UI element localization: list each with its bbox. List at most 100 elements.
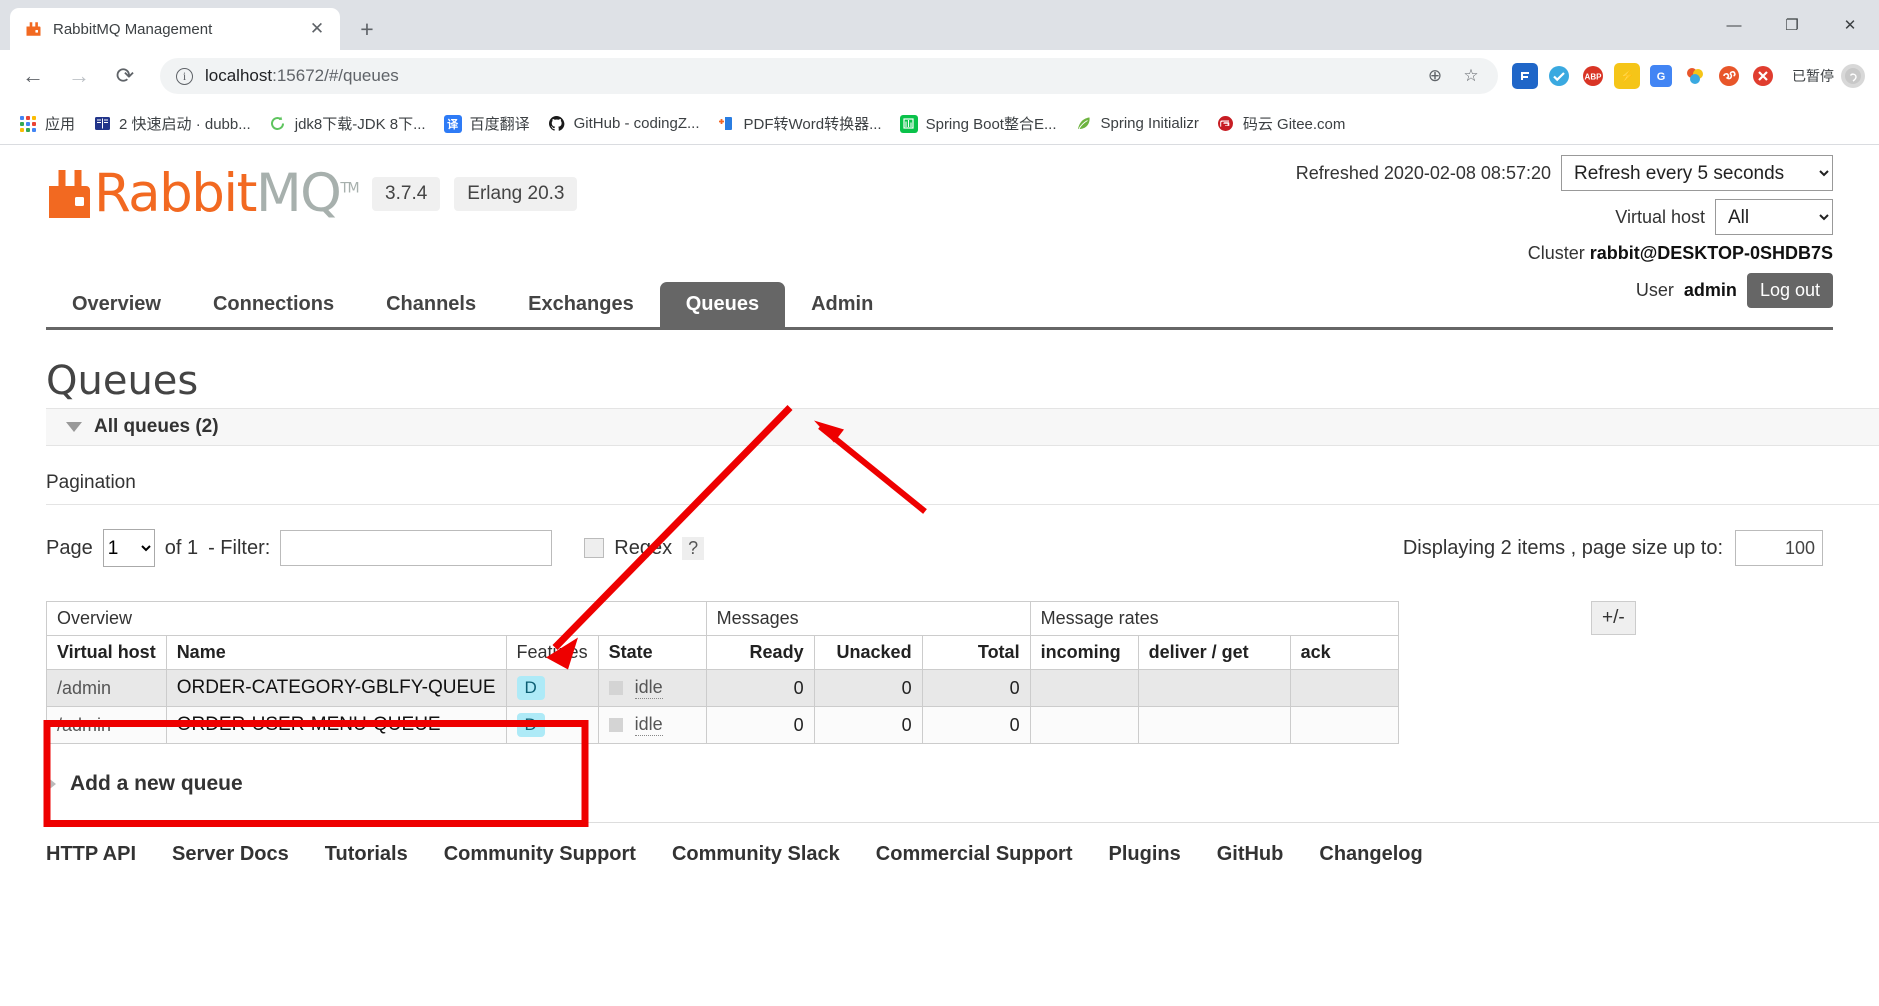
footer-link-server-docs[interactable]: Server Docs xyxy=(172,843,289,866)
page-size-controls: Displaying 2 items , page size up to: xyxy=(1403,530,1823,566)
google-translate-extension-icon[interactable]: G xyxy=(1648,63,1674,89)
infinity-extension-icon[interactable] xyxy=(1716,63,1742,89)
footer-link-commercial-support[interactable]: Commercial Support xyxy=(876,843,1073,866)
footer-link-community-slack[interactable]: Community Slack xyxy=(672,843,840,866)
user-label: User xyxy=(1635,280,1674,300)
bookmark-github-codingz[interactable]: GitHub - codingZ... xyxy=(539,110,709,138)
table-row[interactable]: /admin ORDER-USER-MENU-QUEUE D idle 0 0 xyxy=(46,706,1399,744)
col-ack[interactable]: ack xyxy=(1289,635,1399,670)
cell-state: idle xyxy=(597,706,707,744)
lightning-extension-icon[interactable]: ⚡ xyxy=(1614,63,1640,89)
browser-tab[interactable]: RabbitMQ Management ✕ xyxy=(10,8,340,50)
help-icon[interactable]: ? xyxy=(682,536,705,560)
col-total[interactable]: Total xyxy=(921,635,1031,670)
tab-channels[interactable]: Channels xyxy=(360,282,502,327)
col-deliver-get[interactable]: deliver / get xyxy=(1137,635,1291,670)
all-queues-section-header[interactable]: All queues (2) xyxy=(46,408,1879,446)
bookmark-spring-initializr[interactable]: Spring Initializr xyxy=(1066,110,1208,138)
github-icon xyxy=(548,115,566,133)
footer-links: HTTP API Server Docs Tutorials Community… xyxy=(46,822,1879,866)
minimize-icon[interactable]: — xyxy=(1705,0,1763,50)
address-bar[interactable]: i localhost:15672/#/queues ⊕ ☆ xyxy=(160,58,1498,94)
cell-state: idle xyxy=(597,669,707,707)
footer-link-changelog[interactable]: Changelog xyxy=(1319,843,1422,866)
back-icon[interactable]: ← xyxy=(14,57,52,95)
cell-queue-name[interactable]: ORDER-CATEGORY-GBLFY-QUEUE xyxy=(165,669,507,707)
colorful-puzzle-extension-icon[interactable] xyxy=(1682,63,1708,89)
displaying-items-label: Displaying 2 items , page size up to: xyxy=(1402,536,1723,559)
group-header-message-rates: Message rates xyxy=(1029,601,1399,636)
close-icon[interactable]: ✕ xyxy=(306,18,328,40)
bookmark-jdk8-download[interactable]: jdk8下载-JDK 8下... xyxy=(260,108,435,139)
bookmark-label: Spring Initializr xyxy=(1100,115,1199,132)
bookmark-label: Spring Boot整合E... xyxy=(925,116,1057,133)
state-indicator-icon xyxy=(608,681,623,695)
zoom-icon[interactable]: ⊕ xyxy=(1420,61,1450,91)
col-state[interactable]: State xyxy=(597,635,707,670)
bookmark-label: 应用 xyxy=(45,116,76,133)
tab-admin[interactable]: Admin xyxy=(785,282,899,327)
regex-checkbox[interactable] xyxy=(584,538,605,558)
col-ready[interactable]: Ready xyxy=(705,635,815,670)
footer-link-http-api[interactable]: HTTP API xyxy=(46,843,136,866)
bookmark-star-icon[interactable]: ☆ xyxy=(1456,61,1486,91)
tab-queues[interactable]: Queues xyxy=(659,282,786,327)
bookmark-pdf-to-word[interactable]: PDF转Word转换器... xyxy=(709,108,891,139)
col-name[interactable]: Name xyxy=(165,635,507,670)
cell-deliver-get xyxy=(1137,669,1291,707)
sync-paused-indicator[interactable]: 已暂停 xyxy=(1792,64,1865,88)
avatar[interactable] xyxy=(1841,64,1865,88)
page-word-label: Page xyxy=(46,536,93,559)
col-virtual-host[interactable]: Virtual host xyxy=(46,635,167,670)
queues-table-container: Overview Messages Message rates Virtual … xyxy=(46,601,1833,744)
site-info-icon[interactable]: i xyxy=(176,67,193,85)
tab-exchanges[interactable]: Exchanges xyxy=(502,282,660,327)
bookmark-gitee[interactable]: 码云 Gitee.com xyxy=(1208,108,1355,139)
version-badge: 3.7.4 xyxy=(372,176,441,211)
table-row[interactable]: /admin ORDER-CATEGORY-GBLFY-QUEUE D idle… xyxy=(46,669,1399,707)
chevron-right-icon[interactable] xyxy=(46,776,56,792)
refreshed-timestamp: Refreshed 2020-02-08 08:57:20 xyxy=(1295,162,1551,183)
cell-total: 0 xyxy=(921,669,1031,707)
rabbitmq-logo[interactable]: RabbitMQTM xyxy=(46,167,360,220)
page-number-select[interactable]: 1 xyxy=(102,529,155,567)
checkmark-extension-icon[interactable] xyxy=(1546,63,1572,89)
group-header-messages: Messages xyxy=(705,601,1031,636)
cell-queue-name[interactable]: ORDER-USER-MENU-QUEUE xyxy=(165,706,507,744)
durable-badge: D xyxy=(516,676,545,700)
toggle-columns-button[interactable]: +/- xyxy=(1591,601,1636,635)
logout-button[interactable]: Log out xyxy=(1746,273,1833,308)
durable-badge: D xyxy=(516,713,545,737)
chevron-down-icon[interactable] xyxy=(66,422,82,432)
footer-link-plugins[interactable]: Plugins xyxy=(1108,843,1180,866)
forward-icon[interactable]: → xyxy=(60,57,98,95)
cell-virtual-host: /admin xyxy=(46,706,167,744)
stop-extension-icon[interactable] xyxy=(1750,63,1776,89)
virtual-host-select[interactable]: All xyxy=(1715,199,1833,235)
footer-link-community-support[interactable]: Community Support xyxy=(444,843,636,866)
bookmark-springboot-integration[interactable]: Spring Boot整合E... xyxy=(891,108,1066,139)
cluster-label: Cluster xyxy=(1527,243,1585,263)
tab-connections[interactable]: Connections xyxy=(187,282,360,327)
feedly-extension-icon[interactable] xyxy=(1512,63,1538,89)
filter-input[interactable] xyxy=(280,530,553,566)
adblock-extension-icon[interactable]: ABP xyxy=(1580,63,1606,89)
tab-overview[interactable]: Overview xyxy=(46,282,187,327)
col-unacked[interactable]: Unacked xyxy=(813,635,923,670)
bookmark-label: jdk8下载-JDK 8下... xyxy=(294,116,426,133)
footer-link-tutorials[interactable]: Tutorials xyxy=(325,843,408,866)
bookmark-baidu-translate[interactable]: 译 百度翻译 xyxy=(435,108,539,139)
bookmark-apps[interactable]: 应用 xyxy=(10,108,84,139)
new-tab-button[interactable]: + xyxy=(350,12,384,46)
window-close-icon[interactable]: ✕ xyxy=(1821,0,1879,50)
bookmark-label: 2 快速启动 · dubb... xyxy=(119,116,251,133)
add-new-queue-section[interactable]: Add a new queue xyxy=(46,772,1833,796)
col-incoming[interactable]: incoming xyxy=(1029,635,1139,670)
reload-icon[interactable]: ⟳ xyxy=(106,57,144,95)
footer-link-github[interactable]: GitHub xyxy=(1217,843,1284,866)
maximize-icon[interactable]: ❐ xyxy=(1763,0,1821,50)
cell-ready: 0 xyxy=(705,706,815,744)
refresh-interval-select[interactable]: Refresh every 5 seconds xyxy=(1561,155,1833,191)
bookmark-quickstart-dubbo[interactable]: 2 快速启动 · dubb... xyxy=(84,108,260,139)
page-size-input[interactable] xyxy=(1735,530,1823,566)
